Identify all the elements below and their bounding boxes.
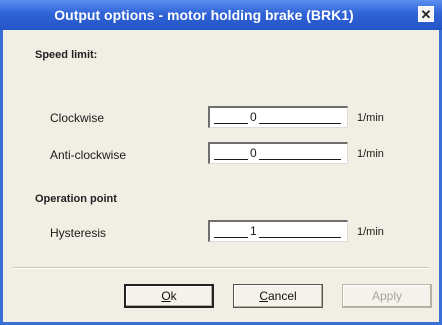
cancel-label-rest: ancel xyxy=(267,289,297,303)
clockwise-label: Clockwise xyxy=(50,111,105,125)
title-bar[interactable]: Output options - motor holding brake (BR… xyxy=(0,0,442,30)
apply-button[interactable]: Apply xyxy=(342,284,432,308)
operation-point-heading: Operation point xyxy=(35,193,117,205)
anticlockwise-speed-field[interactable]: 0 xyxy=(208,142,348,164)
anticlockwise-label: Anti-clockwise xyxy=(50,148,127,162)
field-underline xyxy=(259,159,341,160)
cancel-button[interactable]: Cancel xyxy=(233,284,323,308)
hysteresis-field[interactable]: 1 xyxy=(208,220,348,242)
field-underline xyxy=(214,159,248,160)
button-separator xyxy=(13,267,429,269)
clockwise-speed-value: 0 xyxy=(250,110,257,124)
field-underline xyxy=(259,123,341,124)
close-button[interactable]: ✕ xyxy=(418,6,434,22)
ok-mnemonic: O xyxy=(161,289,171,303)
field-underline xyxy=(214,237,248,238)
speed-limit-heading: Speed limit: xyxy=(35,49,98,61)
cancel-mnemonic: C xyxy=(259,289,268,303)
window-title: Output options - motor holding brake (BR… xyxy=(54,7,354,23)
hysteresis-value: 1 xyxy=(250,224,257,238)
ok-label-rest: k xyxy=(170,289,177,303)
clockwise-speed-field[interactable]: 0 xyxy=(208,106,348,128)
clockwise-unit: 1/min xyxy=(357,112,384,124)
anticlockwise-unit: 1/min xyxy=(357,148,384,160)
field-underline xyxy=(259,237,341,238)
hysteresis-unit: 1/min xyxy=(357,226,384,238)
close-icon: ✕ xyxy=(420,6,432,22)
field-underline xyxy=(214,123,248,124)
output-options-dialog: Output options - motor holding brake (BR… xyxy=(0,0,442,325)
anticlockwise-speed-value: 0 xyxy=(250,146,257,160)
hysteresis-label: Hysteresis xyxy=(50,226,107,240)
apply-label: Apply xyxy=(371,289,403,303)
ok-button[interactable]: Ok xyxy=(124,284,214,308)
